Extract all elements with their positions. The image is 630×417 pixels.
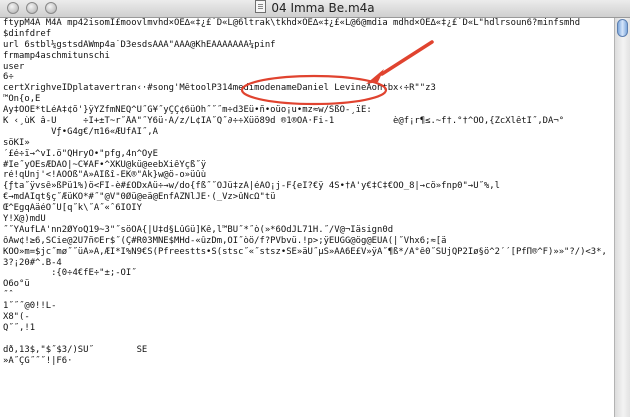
text-line: ´£é÷ï→^vI.ö"QHryÕ•"pfg,4n^OyE: [3, 148, 158, 159]
text-line: $dinfdref: [3, 28, 52, 39]
text-line: 1˝˝˝@0!!L-: [3, 301, 57, 312]
text-line: dð,13$,"$˝$3/)ŠÜ˝ SE: [3, 344, 148, 355]
window-title: 04 Imma Be.m4a: [271, 1, 375, 15]
text-line: Vƒ•G4g€/π16«ÆÜfÄI˝,Ä: [3, 126, 158, 137]
text-line: ™Õn{o,Ê: [3, 94, 41, 105]
text-line: K ‹¸ùK â-Û ÷I+±T~r˝ÅÄ"˝Ÿ6ü·Ä/z/L¢IÄ˝Q˝∂÷…: [3, 116, 565, 127]
text-line: »Ä˝ÇG˝˝˝!|F6·: [3, 355, 73, 366]
text-line: X8"(-: [3, 312, 30, 323]
text-line: frmamp4aschmitunschi: [3, 50, 110, 61]
text-line: ˝ˆ: [3, 290, 14, 301]
text-line: {ƒta˝ÿvsê»ßPü1%)ö<FÌ-è#£ÖDxÄü÷→w/do{fß˝˝…: [3, 181, 500, 192]
text-line: 3?¡20#^.B-4: [3, 257, 62, 268]
text-line: Q˝˝,!1: [3, 322, 36, 333]
text-line: Äy‡ÖOE*tLéÄ‡¢õ'}ÿŸZfmÑEQ^U˝G¥˝yÇÇ¢6üOh˝˝…: [3, 105, 372, 116]
text-line: 6÷: [3, 72, 14, 83]
text-line: €→mdÄIqt§ç˝ÆüKÖ*#˝"@V"0Øü@eä@EnfÄZÑlJÉ·(…: [3, 192, 276, 203]
window-title-area: 04 Imma Be.m4a: [0, 0, 630, 17]
text-line: ôÄw¢!≥6,SCie@2Ü7ñ©Er$˝(Ç#R03MNÉ$MHd-«ûzD…: [3, 235, 447, 246]
text-line: ré!qUnj'<!ÃÖÖß"Ä»ÄIßî-ÊK®"Äk}w@ö-o»üûù: [3, 170, 207, 181]
text-line: ftypM4A M4A mp42isomÎ£moovlmvhd×ÖE∆«‡¿£˙…: [3, 18, 581, 28]
text-line: user: [3, 61, 25, 72]
text-content-area[interactable]: ftypM4A M4A mp42isomÎ£moovlmvhd×ÖE∆«‡¿£˙…: [3, 18, 613, 417]
document-icon: [255, 0, 267, 13]
vertical-scrollbar[interactable]: [614, 18, 630, 417]
text-line: Õ6o°ü: [3, 279, 30, 290]
scrollbar-thumb[interactable]: [617, 19, 628, 37]
text-line: ˝˝YÄufLÄ'nn2ØYoQ19~3"˝söOÄ{|Ü‡d§LûGü]Kê,…: [3, 224, 394, 235]
text-line: Œ^ÉgqÀäéÕ˝U[q˝k\˝Ä˝«ˆ6IÖIY: [3, 203, 142, 214]
text-line: [3, 334, 613, 345]
text-line: KÖÕ»m=$jc˝mø˝˝üA»Ä,ÆI*Í%N9€S(Pfreestts•S…: [3, 246, 607, 257]
text-line: certXrighveIDplatavertran‹·#song'MêtoolP…: [3, 83, 436, 94]
text-line: söKI»: [3, 137, 30, 148]
text-line: Y!X@)mdÜ: [3, 214, 46, 225]
text-line: :{0÷4€fÉ÷"±;-ÕI˝: [3, 268, 137, 279]
document-window: 04 Imma Be.m4a ftypM4A M4A mp42isomÎ£moo…: [0, 0, 630, 417]
title-bar[interactable]: 04 Imma Be.m4a: [0, 0, 630, 18]
text-line: #Ie˝yÖEsÆDAO|~C¥AF•^XKÜ@kü@eebXiêYçß˝ÿ: [3, 159, 207, 170]
text-line: url 6stbl¼gstsdÀWmp4a˙D3esdsÄÄÄ"ÄÄÄ@KhÉÄ…: [3, 39, 276, 50]
